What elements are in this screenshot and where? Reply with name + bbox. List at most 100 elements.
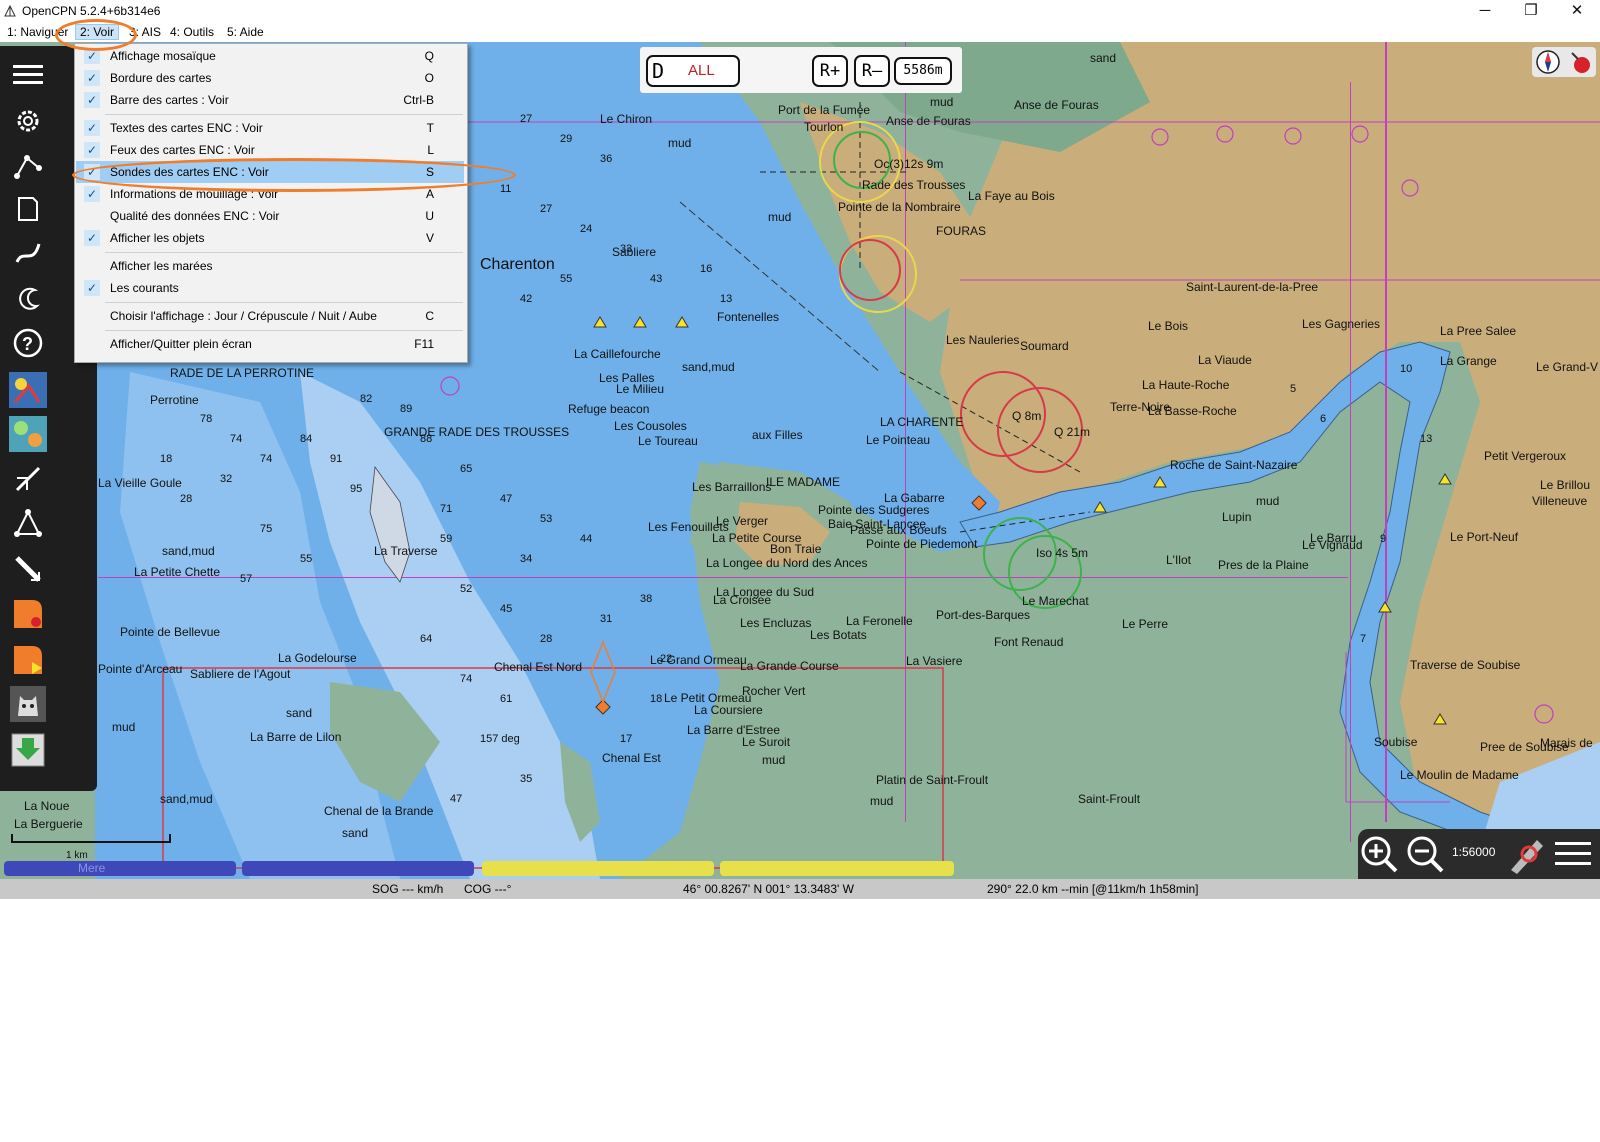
menu-item-barre-cartes[interactable]: ✓ Barre des cartes : Voir Ctrl-B — [76, 89, 464, 111]
settings-icon[interactable] — [8, 102, 48, 140]
map-label: Pointe de la Nombraire — [838, 200, 961, 214]
tide-icon[interactable] — [8, 280, 48, 318]
svg-text:11: 11 — [500, 183, 511, 195]
chart-icon[interactable] — [8, 190, 48, 228]
map-label: La Longee du Nord des Ances — [706, 556, 868, 570]
range-minus-button[interactable]: R– — [854, 55, 890, 87]
menu-item-bordure-cartes[interactable]: ✓ Bordure des cartes O — [76, 67, 464, 89]
route-icon[interactable] — [8, 146, 48, 184]
map-label: La Coursiere — [694, 703, 763, 717]
map-label: Pointe des Sudgeres — [818, 503, 930, 517]
map-label: La Traverse — [374, 544, 438, 558]
svg-text:34: 34 — [520, 553, 532, 565]
status-position: 46° 00.8267' N 001° 13.3483' W — [683, 882, 854, 896]
menu-item-plein-ecran[interactable]: Afficher/Quitter plein écran F11 — [76, 333, 464, 355]
svg-text:84: 84 — [300, 433, 312, 445]
map-label: Le Milieu — [616, 382, 665, 396]
bookmark-icon[interactable] — [6, 594, 50, 634]
svg-text:65: 65 — [460, 463, 472, 475]
follow-ship-icon[interactable] — [1506, 833, 1548, 875]
help-icon[interactable]: ? — [8, 324, 48, 362]
husky-icon[interactable] — [6, 684, 50, 724]
map-label: LA CHARENTE — [880, 415, 964, 429]
display-category-button[interactable]: D ALL — [646, 55, 740, 87]
waypoint-icon[interactable] — [8, 504, 48, 542]
map-label: Le Moulin de Madame — [1400, 768, 1519, 782]
maximize-button[interactable]: ❐ — [1508, 0, 1554, 22]
piano-bar[interactable] — [720, 861, 954, 876]
range-plus-button[interactable]: R+ — [812, 55, 848, 87]
hamburger-menu-icon[interactable] — [1552, 833, 1594, 875]
map-label: Rade des Trousses — [862, 178, 966, 192]
menu-item-afficher-objets[interactable]: ✓ Afficher les objets V — [76, 227, 464, 249]
menu-item-shortcut: Ctrl-B — [403, 93, 434, 107]
svg-text:17: 17 — [620, 733, 632, 745]
map-label: Chenal de la Brande — [324, 804, 434, 818]
piano-bar[interactable] — [242, 861, 474, 876]
map-label: Iso 4s 5m — [1036, 546, 1089, 560]
map-label: Le Verger — [716, 514, 769, 528]
map-label: Pointe d'Arceau — [98, 662, 183, 676]
map-label: Port de la Fumée — [778, 103, 871, 117]
minimize-button[interactable]: ─ — [1462, 0, 1508, 22]
map-label: La Basse-Roche — [1148, 404, 1237, 418]
map-label: Perrotine — [150, 393, 199, 407]
map-label: Font Renaud — [994, 635, 1064, 649]
download-icon[interactable] — [6, 730, 50, 770]
menu-outils[interactable]: 4: Outils — [166, 25, 218, 39]
map-label: Chenal Est Nord — [494, 660, 583, 674]
track-icon[interactable] — [8, 234, 48, 272]
menu-item-sondes-enc[interactable]: ✓ Sondes des cartes ENC : Voir S — [76, 161, 464, 183]
map-label: La Faye au Bois — [968, 189, 1055, 203]
menu-item-informations-mouillage[interactable]: ✓ Informations de mouillage : Voir A — [76, 183, 464, 205]
map-label: L'Ilot — [1166, 553, 1191, 567]
route-edit-icon[interactable] — [8, 460, 48, 498]
zoom-out-icon[interactable] — [1404, 833, 1446, 875]
svg-text:36: 36 — [600, 153, 612, 165]
menu-item-affichage-mosaique[interactable]: ✓ Affichage mosaïque Q — [76, 45, 464, 67]
zoom-in-icon[interactable] — [1358, 833, 1400, 875]
piano-bar[interactable] — [482, 861, 714, 876]
menu-item-qualite-donnees[interactable]: Qualité des données ENC : Voir U — [76, 205, 464, 227]
menu-icon[interactable] — [8, 56, 48, 94]
chart-scale: 1:56000 — [1452, 845, 1496, 859]
compass-widget[interactable] — [1532, 47, 1596, 77]
map-label: La Viaude — [1198, 353, 1252, 367]
svg-text:5: 5 — [1290, 383, 1296, 395]
map-label: Oc(3)12s 9m — [874, 157, 944, 171]
checkmark-icon: ✓ — [84, 164, 100, 180]
dashboard-icon[interactable] — [6, 414, 50, 454]
checkmark-icon: ✓ — [84, 92, 100, 108]
piano-bar-mere[interactable]: Mere — [4, 861, 236, 876]
menu-aide[interactable]: 5: Aide — [223, 25, 268, 39]
status-bar: SOG --- km/h COG ---° 46° 00.8267' N 001… — [0, 879, 1600, 899]
menu-item-shortcut: V — [425, 231, 434, 245]
menu-voir[interactable]: 2: Voir — [74, 24, 120, 40]
weather-icon[interactable] — [6, 370, 50, 410]
bookmark-go-icon[interactable] — [6, 640, 50, 680]
map-label: Platin de Saint-Froult — [876, 773, 989, 787]
map-label: La Noue — [24, 799, 70, 813]
map-label: Q 21m — [1054, 425, 1091, 439]
ruler-icon[interactable] — [8, 550, 48, 588]
menu-item-shortcut: F11 — [414, 337, 434, 351]
menu-item-courants[interactable]: ✓ Les courants — [76, 277, 464, 299]
menu-item-feux-enc[interactable]: ✓ Feux des cartes ENC : Voir L — [76, 139, 464, 161]
menu-item-shortcut: O — [424, 71, 434, 85]
svg-text:53: 53 — [540, 513, 552, 525]
map-label: Sabliere de l'Agout — [190, 667, 291, 681]
menu-naviguer[interactable]: 1: Naviguer — [3, 25, 72, 39]
close-button[interactable]: ✕ — [1554, 0, 1600, 22]
menu-separator — [105, 330, 463, 331]
menu-item-label: Afficher les objets — [110, 231, 205, 245]
menu-item-label: Afficher les marées — [110, 259, 213, 273]
svg-text:27: 27 — [540, 203, 552, 215]
svg-text:7: 7 — [1360, 633, 1366, 645]
menu-ais[interactable]: 3: AIS — [125, 25, 165, 39]
menu-item-afficher-marees[interactable]: Afficher les marées — [76, 255, 464, 277]
svg-text:13: 13 — [1420, 433, 1432, 445]
menu-item-textes-enc[interactable]: ✓ Textes des cartes ENC : Voir T — [76, 117, 464, 139]
menu-item-choisir-affichage[interactable]: Choisir l'affichage : Jour / Crépuscule … — [76, 305, 464, 327]
map-label: Sabliere — [612, 245, 657, 259]
svg-text:74: 74 — [260, 453, 272, 465]
